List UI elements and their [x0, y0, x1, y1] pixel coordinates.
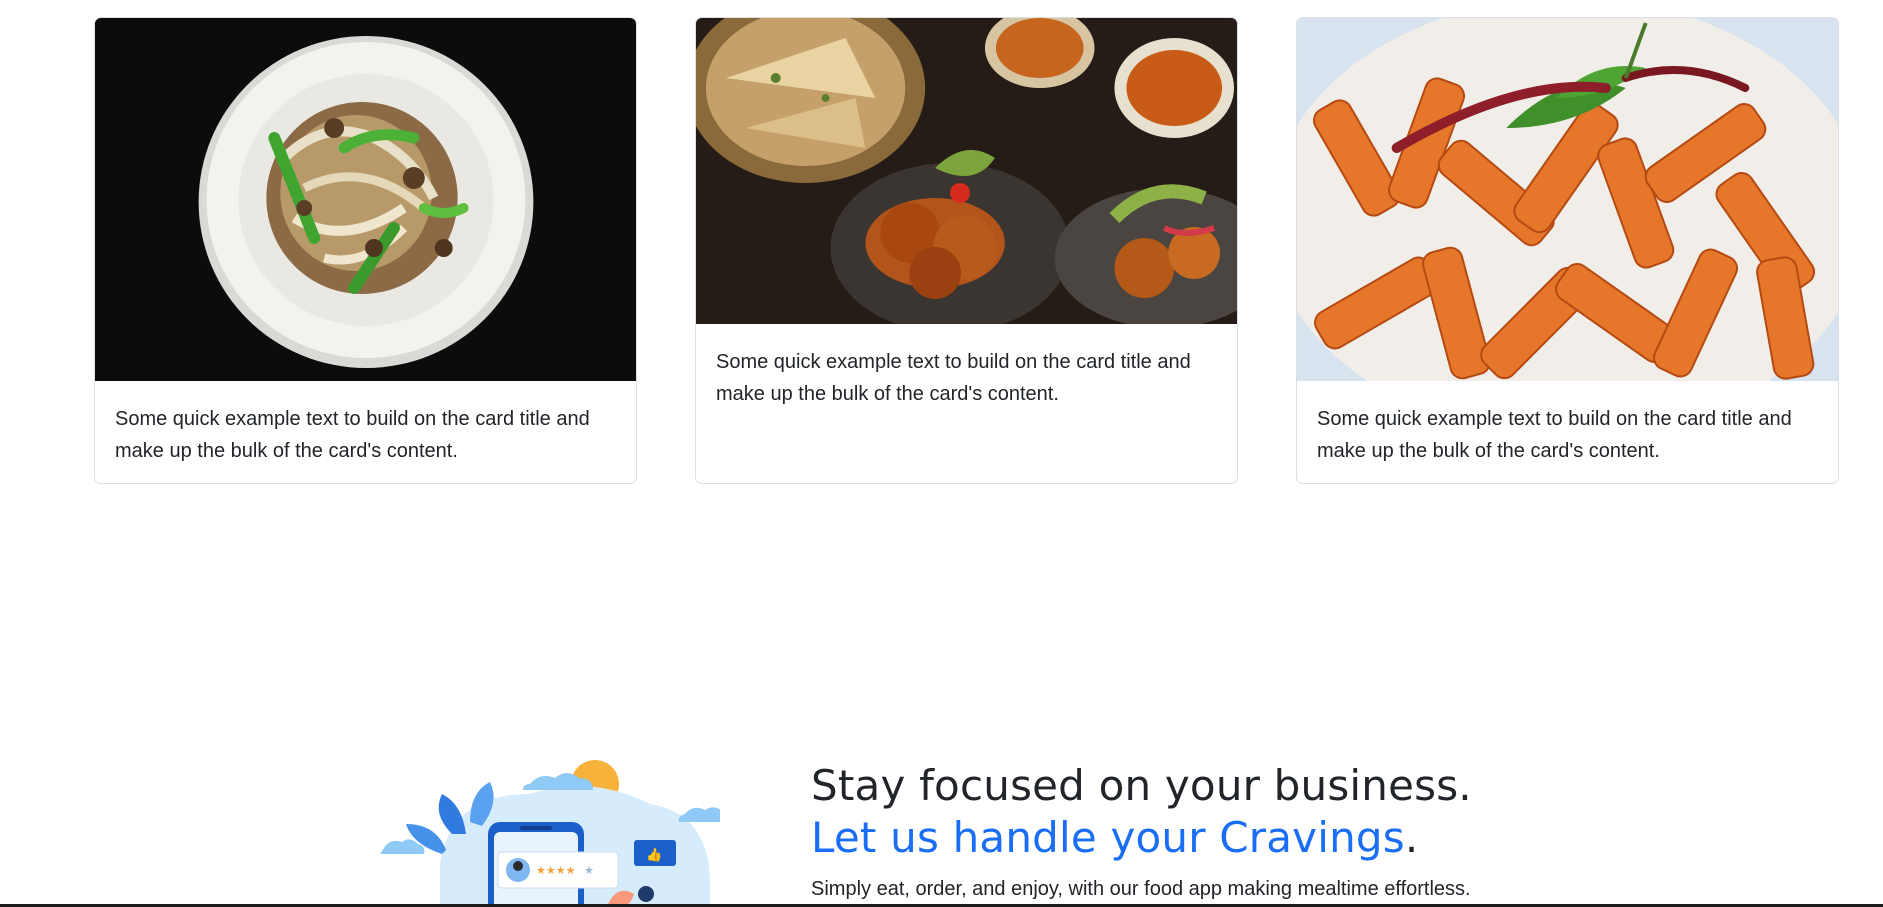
feature-headline: Stay focused on your business. Let us ha…	[811, 760, 1711, 864]
platter-image	[696, 18, 1237, 324]
card-image-noodles	[95, 18, 636, 381]
card-text: Some quick example text to build on the …	[716, 351, 1191, 405]
noodles-image	[95, 18, 636, 381]
page: Some quick example text to build on the …	[0, 0, 1883, 907]
food-card: Some quick example text to build on the …	[695, 17, 1238, 484]
food-app-illustration: ★★★★ ★ ♥ 👍 ★★★★	[380, 744, 730, 907]
card-image-platter	[696, 18, 1237, 324]
phone-review-illustration: ★★★★ ★ ♥ 👍 ★★★★	[380, 760, 730, 907]
svg-text:👍: 👍	[646, 847, 662, 863]
feature-subtext: Simply eat, order, and enjoy, with our f…	[811, 878, 1471, 900]
svg-text:★★★★: ★★★★	[536, 864, 576, 877]
card-body: Some quick example text to build on the …	[1297, 381, 1838, 483]
food-card: Some quick example text to build on the …	[94, 17, 637, 484]
headline-accent: Let us handle your Cravings	[811, 813, 1405, 862]
card-text: Some quick example text to build on the …	[1317, 408, 1792, 462]
feature-section: ★★★★ ★ ♥ 👍 ★★★★ Stay focused on your bus…	[0, 730, 1883, 907]
card-body: Some quick example text to build on the …	[696, 324, 1237, 430]
headline-period: .	[1404, 813, 1419, 862]
pasta-image	[1297, 18, 1838, 381]
food-card: Some quick example text to build on the …	[1296, 17, 1839, 484]
card-image-pasta	[1297, 18, 1838, 381]
food-cards-row: Some quick example text to build on the …	[94, 17, 1842, 487]
card-text: Some quick example text to build on the …	[115, 408, 590, 462]
headline-line1: Stay focused on your business.	[811, 761, 1472, 810]
svg-text:★: ★	[584, 864, 594, 877]
card-body: Some quick example text to build on the …	[95, 381, 636, 483]
feature-text: Stay focused on your business. Let us ha…	[811, 760, 1711, 904]
